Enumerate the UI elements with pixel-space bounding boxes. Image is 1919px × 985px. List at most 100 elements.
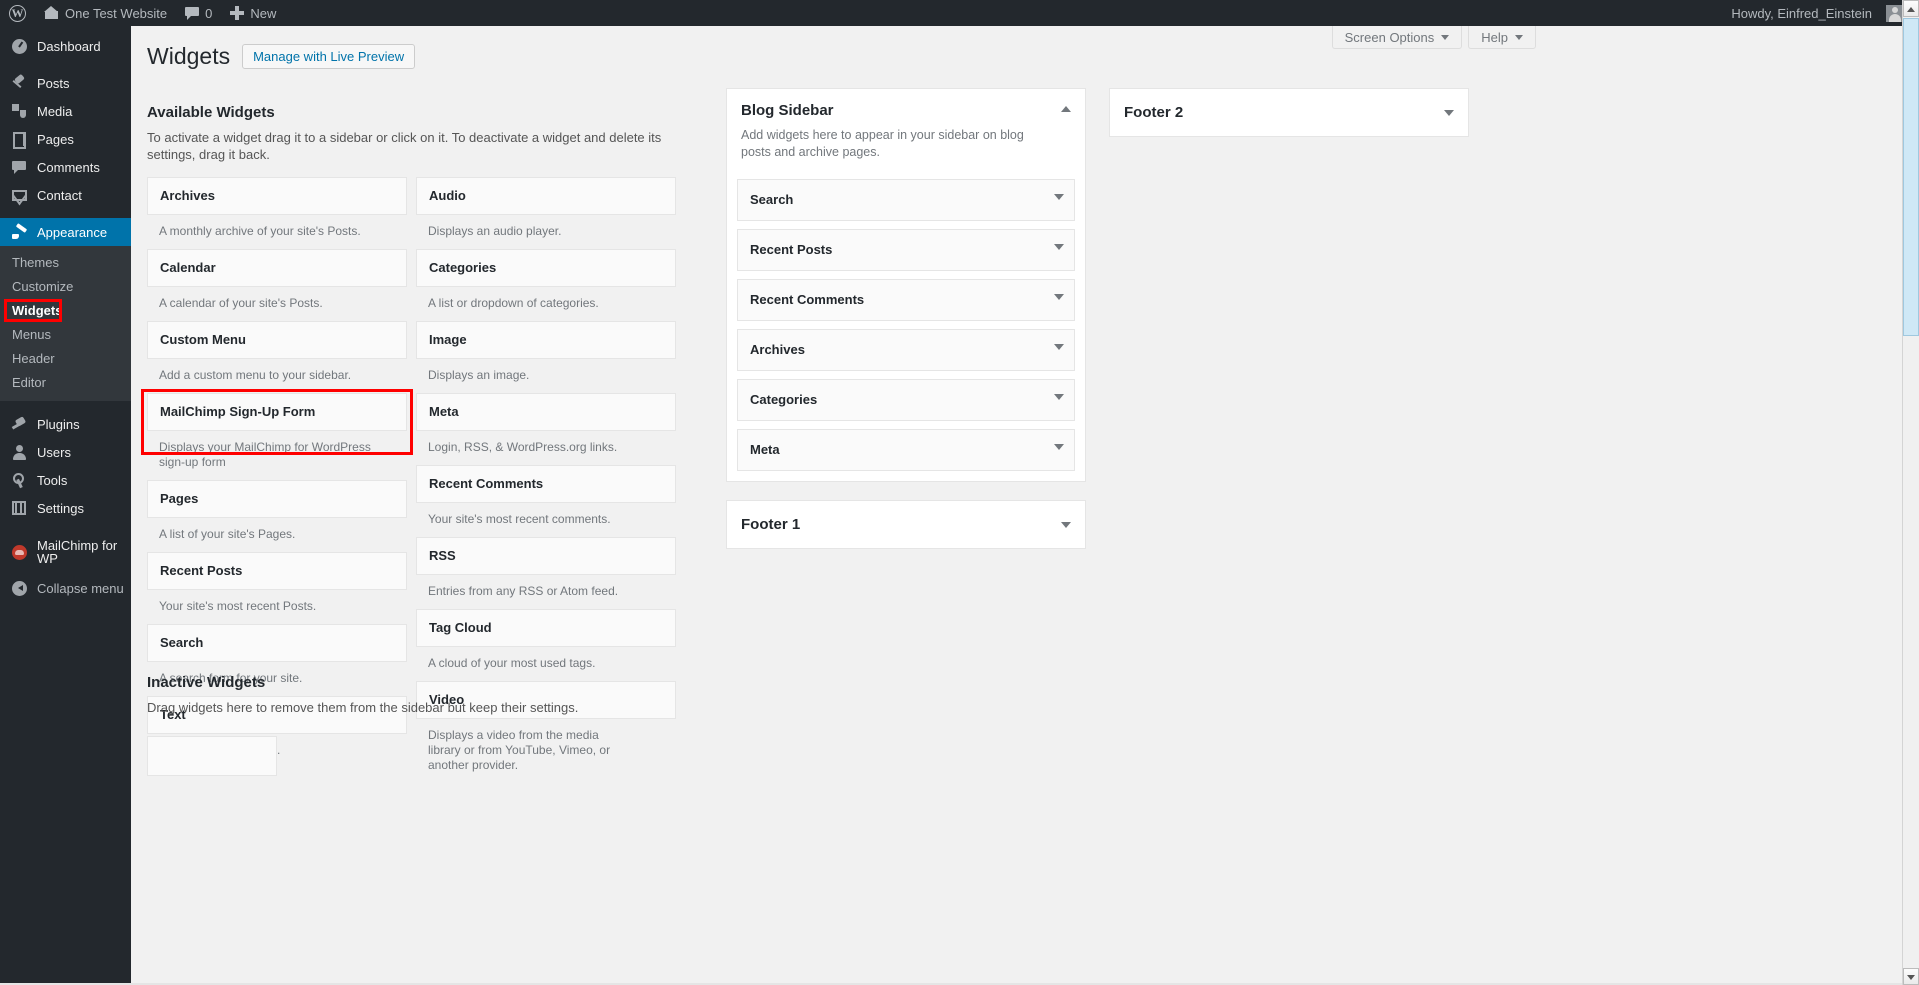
sidebar-widget-categories[interactable]: Categories bbox=[737, 379, 1075, 421]
widget-calendar[interactable]: Calendar bbox=[147, 249, 407, 287]
sidebar-item-label: Pages bbox=[37, 131, 74, 147]
panel-blog-sidebar: Blog Sidebar Add widgets here to appear … bbox=[726, 88, 1086, 482]
sidebar-subitem-customize[interactable]: Customize bbox=[0, 275, 131, 299]
widget-description: Your site's most recent comments. bbox=[428, 512, 611, 526]
panel-blog-sidebar-widgets: Search Recent Posts Recent Comments Arch… bbox=[727, 179, 1085, 481]
manage-live-preview-button[interactable]: Manage with Live Preview bbox=[242, 44, 416, 69]
panel-footer-2-header[interactable]: Footer 2 bbox=[1110, 89, 1468, 136]
panel-blog-sidebar-header[interactable]: Blog Sidebar Add widgets here to appear … bbox=[727, 89, 1085, 171]
chevron-down-icon[interactable] bbox=[1054, 194, 1064, 200]
chevron-down-icon[interactable] bbox=[1059, 518, 1073, 532]
site-name-menu[interactable]: One Test Website bbox=[35, 0, 176, 26]
inactive-widgets-dropzone[interactable] bbox=[147, 736, 277, 776]
new-content-menu[interactable]: New bbox=[221, 0, 285, 26]
new-label: New bbox=[250, 5, 277, 21]
mailchimp-icon bbox=[10, 543, 28, 561]
widget-meta[interactable]: Meta bbox=[416, 393, 676, 431]
chevron-down-icon[interactable] bbox=[1054, 344, 1064, 350]
sidebar-item-label: Appearance bbox=[37, 224, 108, 240]
sidebar-item-posts[interactable]: Posts bbox=[0, 69, 131, 97]
chevron-down-icon[interactable] bbox=[1054, 444, 1064, 450]
vertical-scrollbar[interactable] bbox=[1902, 0, 1919, 985]
sidebar-widget-recent-comments[interactable]: Recent Comments bbox=[737, 279, 1075, 321]
panel-title: Footer 2 bbox=[1124, 104, 1184, 121]
sidebar-subitem-widgets[interactable]: Widgets bbox=[0, 299, 131, 323]
widget-entry: Recent Comments Your site's most recent … bbox=[416, 465, 676, 537]
sidebar-widget-archives[interactable]: Archives bbox=[737, 329, 1075, 371]
sidebar-item-plugins[interactable]: Plugins bbox=[0, 410, 131, 438]
chevron-down-icon[interactable] bbox=[1442, 106, 1456, 120]
sidebar-widget-label: Categories bbox=[750, 392, 818, 407]
sidebar-item-media[interactable]: Media bbox=[0, 97, 131, 125]
chevron-down-icon[interactable] bbox=[1054, 244, 1064, 250]
widget-description: Login, RSS, & WordPress.org links. bbox=[428, 440, 618, 454]
sidebar-item-settings[interactable]: Settings bbox=[0, 494, 131, 522]
plug-icon bbox=[10, 415, 28, 433]
widget-recent-posts[interactable]: Recent Posts bbox=[147, 552, 407, 590]
sidebar-item-contact[interactable]: Contact bbox=[0, 181, 131, 209]
widget-search[interactable]: Search bbox=[147, 624, 407, 662]
panel-footer-1-header[interactable]: Footer 1 bbox=[727, 501, 1085, 548]
widget-rss[interactable]: RSS bbox=[416, 537, 676, 575]
panel-footer-2: Footer 2 bbox=[1109, 88, 1469, 137]
sidebar-panels-column-2: Footer 2 bbox=[1109, 88, 1469, 155]
sidebar-item-appearance[interactable]: Appearance bbox=[0, 218, 139, 246]
sidebar-widget-meta[interactable]: Meta bbox=[737, 429, 1075, 471]
sidebar-item-comments[interactable]: Comments bbox=[0, 153, 131, 181]
media-icon bbox=[10, 102, 28, 120]
screen-options-button[interactable]: Screen Options bbox=[1331, 26, 1463, 49]
sidebar-item-mailchimp-for-wp[interactable]: MailChimp for WP bbox=[0, 538, 131, 566]
inactive-widgets-description: Drag widgets here to remove them from th… bbox=[147, 700, 579, 715]
sidebar-item-dashboard[interactable]: Dashboard bbox=[0, 32, 131, 60]
widget-categories[interactable]: Categories bbox=[416, 249, 676, 287]
widget-image[interactable]: Image bbox=[416, 321, 676, 359]
chevron-down-icon[interactable] bbox=[1054, 394, 1064, 400]
comments-bubble[interactable]: 0 bbox=[176, 0, 221, 26]
widget-description: Displays an image. bbox=[428, 368, 530, 382]
pages-icon bbox=[10, 130, 28, 149]
available-widgets-heading: Available Widgets bbox=[147, 104, 275, 121]
widget-tag-cloud[interactable]: Tag Cloud bbox=[416, 609, 676, 647]
widget-archives[interactable]: Archives bbox=[147, 177, 407, 215]
sidebar-subitem-header[interactable]: Header bbox=[0, 347, 131, 371]
sidebar-item-label: Collapse menu bbox=[37, 580, 124, 596]
widget-description: Displays your MailChimp for WordPress si… bbox=[159, 440, 371, 469]
chevron-up-icon[interactable] bbox=[1059, 102, 1073, 116]
widget-mailchimp-signup-form[interactable]: MailChimp Sign-Up Form bbox=[147, 393, 407, 431]
scroll-down-arrow[interactable] bbox=[1903, 968, 1919, 985]
widget-recent-comments[interactable]: Recent Comments bbox=[416, 465, 676, 503]
widget-entry: Image Displays an image. bbox=[416, 321, 676, 393]
widget-entry: Calendar A calendar of your site's Posts… bbox=[147, 249, 407, 321]
help-button[interactable]: Help bbox=[1468, 26, 1536, 49]
widget-custom-menu[interactable]: Custom Menu bbox=[147, 321, 407, 359]
plus-icon bbox=[230, 6, 245, 20]
sidebar-subitem-themes[interactable]: Themes bbox=[0, 251, 131, 275]
sidebar-item-pages[interactable]: Pages bbox=[0, 125, 131, 153]
widget-pages[interactable]: Pages bbox=[147, 480, 407, 518]
chevron-down-icon[interactable] bbox=[1054, 294, 1064, 300]
widget-audio[interactable]: Audio bbox=[416, 177, 676, 215]
help-label: Help bbox=[1481, 29, 1508, 45]
sidebar-item-label: Media bbox=[37, 103, 73, 119]
wordpress-logo-icon: W bbox=[9, 4, 26, 22]
sidebar-widget-recent-posts[interactable]: Recent Posts bbox=[737, 229, 1075, 271]
panel-title: Blog Sidebar bbox=[741, 102, 834, 119]
wp-logo-menu[interactable]: W bbox=[0, 0, 35, 26]
sidebar-subitem-menus[interactable]: Menus bbox=[0, 323, 131, 347]
sidebar-item-users[interactable]: Users bbox=[0, 438, 131, 466]
scroll-up-arrow[interactable] bbox=[1903, 0, 1919, 17]
sidebar-item-label: Contact bbox=[37, 187, 82, 203]
sidebar-item-label: Users bbox=[37, 444, 71, 460]
panel-title: Footer 1 bbox=[741, 516, 801, 533]
scrollbar-thumb[interactable] bbox=[1903, 18, 1919, 336]
inactive-widgets-section: Inactive Widgets Drag widgets here to re… bbox=[147, 674, 787, 776]
admin-bar-right: Howdy, Einfred_Einstein bbox=[1722, 0, 1919, 26]
sidebar-item-tools[interactable]: Tools bbox=[0, 466, 131, 494]
sidebar-item-collapse-menu[interactable]: Collapse menu bbox=[0, 574, 131, 602]
sidebar-subitem-editor[interactable]: Editor bbox=[0, 371, 131, 395]
sidebar-widget-label: Meta bbox=[750, 442, 780, 457]
avatar bbox=[1886, 4, 1903, 22]
sidebar-widget-search[interactable]: Search bbox=[737, 179, 1075, 221]
widget-description: A monthly archive of your site's Posts. bbox=[159, 224, 361, 238]
my-account-menu[interactable]: Howdy, Einfred_Einstein bbox=[1722, 0, 1903, 26]
